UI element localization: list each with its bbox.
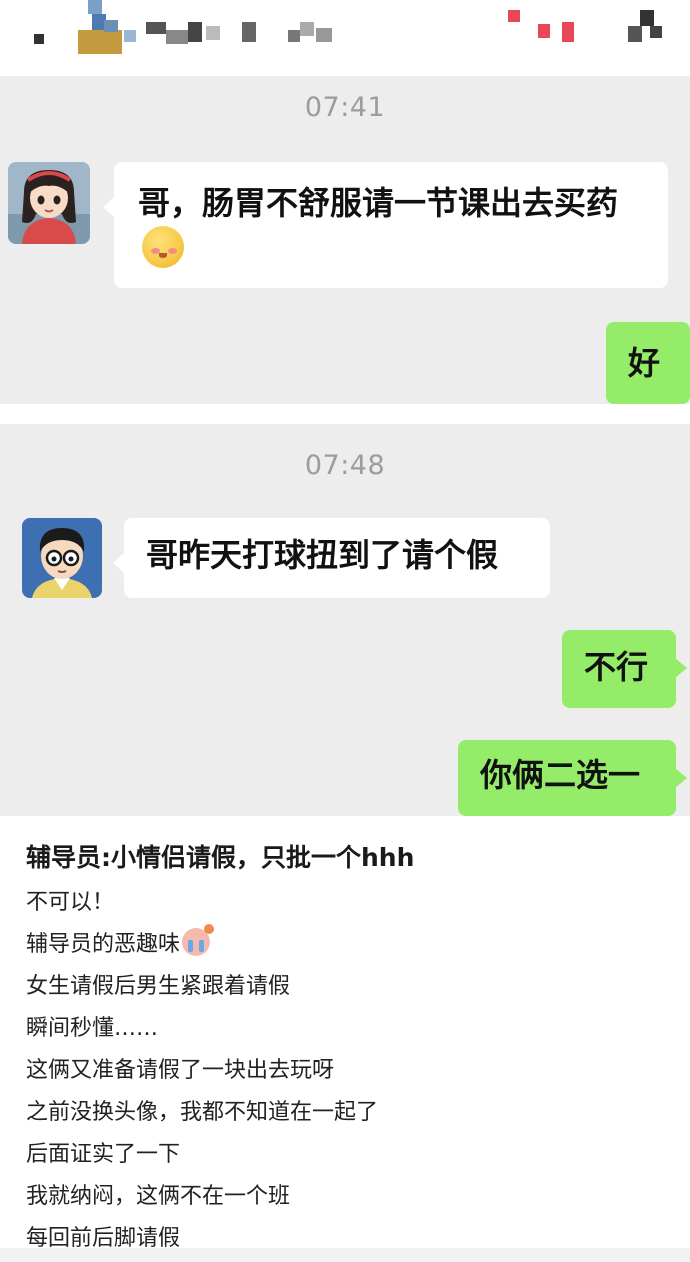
crying-face-emoji-icon xyxy=(182,924,215,956)
post-caption: 辅导员:小情侣请假，只批一个hhh 不可以！ 辅导员的恶趣味 女生请假后男生紧跟… xyxy=(0,816,690,1251)
post-line: 不可以！ xyxy=(26,890,115,915)
incoming-message-bubble[interactable]: 哥，肠胃不舒服请一节课出去买药 xyxy=(103,162,668,288)
girl-avatar-icon xyxy=(8,162,90,244)
blur-pixel xyxy=(166,30,188,44)
post-line: 我就纳闷，这俩不在一个班 xyxy=(26,1184,291,1209)
message-text: 哥，肠胃不舒服请一节课出去买药 xyxy=(138,184,619,222)
boy-avatar[interactable] xyxy=(22,518,102,598)
flushed-face-emoji-icon xyxy=(142,226,184,268)
post-line: 后面证实了一下 xyxy=(26,1142,181,1167)
girl-avatar[interactable] xyxy=(8,162,90,244)
post-line: 辅导员的恶趣味 xyxy=(26,924,378,966)
blur-pixel xyxy=(628,26,642,42)
outgoing-message-bubble[interactable]: 你俩二选一 xyxy=(458,740,687,816)
post-line: 这俩又准备请假了一块出去玩呀 xyxy=(26,1058,335,1083)
blur-pixel xyxy=(562,22,574,42)
blur-pixel xyxy=(316,28,332,42)
chat-screenshot-2: 07:48 哥昨天打球扭到了请个假 不行 你俩二选一 xyxy=(0,424,690,816)
blur-pixel xyxy=(242,22,256,42)
post-line: 瞬间秒懂…… xyxy=(26,1016,159,1041)
message-text: 哥昨天打球扭到了请个假 xyxy=(146,536,499,574)
blurred-header xyxy=(0,0,690,76)
blur-pixel xyxy=(300,22,314,36)
blur-pixel xyxy=(104,20,118,32)
post-line: 女生请假后男生紧跟着请假 xyxy=(26,974,291,999)
message-text: 不行 xyxy=(584,648,649,686)
blur-pixel xyxy=(146,22,166,34)
outgoing-message-bubble[interactable]: 不行 xyxy=(562,630,687,708)
blur-pixel xyxy=(124,30,136,42)
blur-pixel xyxy=(508,10,520,22)
timestamp: 07:48 xyxy=(304,450,386,481)
blur-pixel xyxy=(640,10,654,26)
message-text: 你俩二选一 xyxy=(480,756,641,794)
timestamp: 07:41 xyxy=(304,92,386,123)
blur-pixel xyxy=(538,24,550,38)
blur-pixel xyxy=(206,26,220,40)
incoming-message-bubble[interactable]: 哥昨天打球扭到了请个假 xyxy=(113,518,550,598)
post-lines: 不可以！ 辅导员的恶趣味 女生请假后男生紧跟着请假 瞬间秒懂…… 这俩又准备请假… xyxy=(26,882,378,1260)
blur-pixel xyxy=(34,34,44,44)
boy-avatar-icon xyxy=(22,518,102,598)
blur-pixel xyxy=(188,22,202,42)
post-title: 辅导员:小情侣请假，只批一个hhh xyxy=(26,843,415,872)
message-text: 好 xyxy=(628,344,661,382)
post-line: 之前没换头像，我都不知道在一起了 xyxy=(26,1100,379,1125)
outgoing-message-bubble[interactable]: 好 xyxy=(606,322,690,404)
blur-pixel xyxy=(650,26,662,38)
bottom-divider xyxy=(0,1248,690,1262)
blur-pixel xyxy=(288,30,300,42)
chat-screenshot-1: 07:41 哥，肠胃不舒服请一节课出去买药 好 xyxy=(0,76,690,404)
blur-pixel xyxy=(88,0,102,14)
blur-pixel xyxy=(78,30,122,54)
